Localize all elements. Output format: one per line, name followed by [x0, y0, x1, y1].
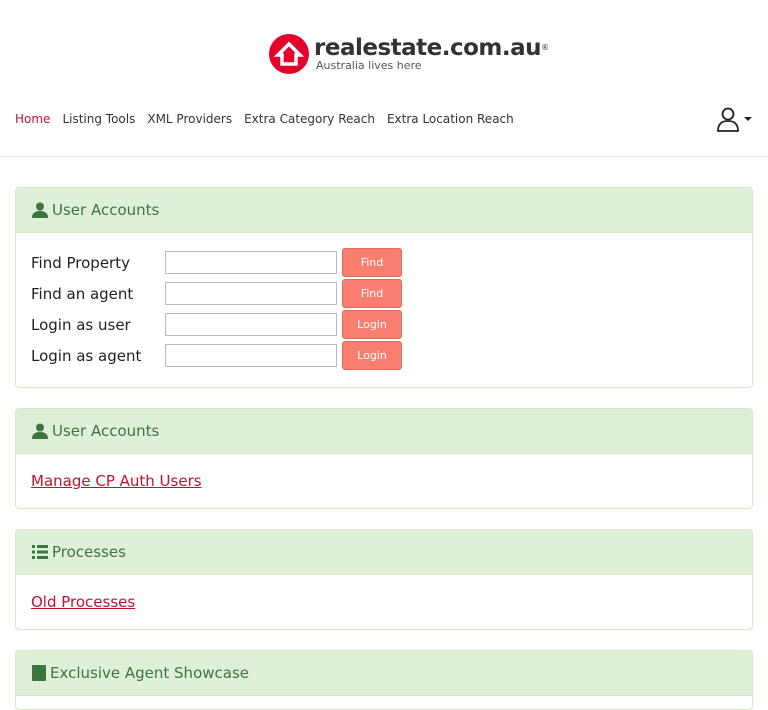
find-agent-input[interactable] [165, 282, 337, 305]
panel-title: Exclusive Agent Showcase [50, 664, 249, 682]
panel-title: User Accounts [52, 201, 160, 219]
exclusive-agent-showcase-panel: Exclusive Agent Showcase [15, 650, 753, 710]
find-agent-row: Find an agent Find [31, 279, 737, 310]
find-property-input[interactable] [165, 251, 337, 274]
brand-tagline: Australia lives here [316, 59, 422, 72]
login-as-agent-input[interactable] [165, 344, 337, 367]
nav-item-extra-category-reach[interactable]: Extra Category Reach [244, 112, 375, 126]
brand-logo[interactable]: realestate.com.au® Australia lives here [268, 32, 549, 76]
nav-item-listing-tools[interactable]: Listing Tools [62, 112, 135, 126]
chevron-down-icon [744, 117, 752, 121]
find-agent-label: Find an agent [31, 285, 134, 303]
find-property-row: Find Property Find [31, 248, 737, 279]
book-icon [32, 665, 46, 681]
user-accounts-search-panel: User Accounts Find Property Find Find an… [15, 187, 753, 388]
nav-item-extra-location-reach[interactable]: Extra Location Reach [387, 112, 514, 126]
user-outline-icon [717, 107, 739, 132]
list-icon [32, 545, 48, 559]
login-as-user-input[interactable] [165, 313, 337, 336]
panel-heading: Processes [16, 530, 752, 575]
manage-cp-auth-users-link[interactable]: Manage CP Auth Users [31, 472, 202, 490]
old-processes-link[interactable]: Old Processes [31, 593, 135, 611]
nav-item-home[interactable]: Home [15, 112, 50, 126]
nav-item-xml-providers[interactable]: XML Providers [147, 112, 232, 126]
panel-title: User Accounts [52, 422, 160, 440]
find-agent-button[interactable]: Find [342, 279, 402, 308]
find-property-button[interactable]: Find [342, 248, 402, 277]
user-menu-toggle[interactable] [716, 106, 752, 132]
login-as-agent-label: Login as agent [31, 347, 142, 365]
login-as-user-label: Login as user [31, 316, 131, 334]
login-as-agent-row: Login as agent Login [31, 341, 737, 372]
find-property-label: Find Property [31, 254, 130, 272]
panel-title: Processes [52, 543, 126, 561]
top-bar: realestate.com.au® Australia lives here … [0, 0, 768, 157]
brand-name: realestate.com.au® [314, 35, 549, 61]
login-as-agent-button[interactable]: Login [342, 341, 402, 370]
user-accounts-auth-panel: User Accounts Manage CP Auth Users [15, 408, 753, 509]
user-icon [32, 202, 48, 218]
user-icon [32, 423, 48, 439]
panel-heading: Exclusive Agent Showcase [16, 651, 752, 696]
login-as-user-button[interactable]: Login [342, 310, 402, 339]
panel-heading: User Accounts [16, 409, 752, 454]
house-logo-icon [269, 34, 309, 74]
login-as-user-row: Login as user Login [31, 310, 737, 341]
main-nav: Home Listing Tools XML Providers Extra C… [15, 112, 514, 126]
processes-panel: Processes Old Processes [15, 529, 753, 630]
panel-heading: User Accounts [16, 188, 752, 233]
